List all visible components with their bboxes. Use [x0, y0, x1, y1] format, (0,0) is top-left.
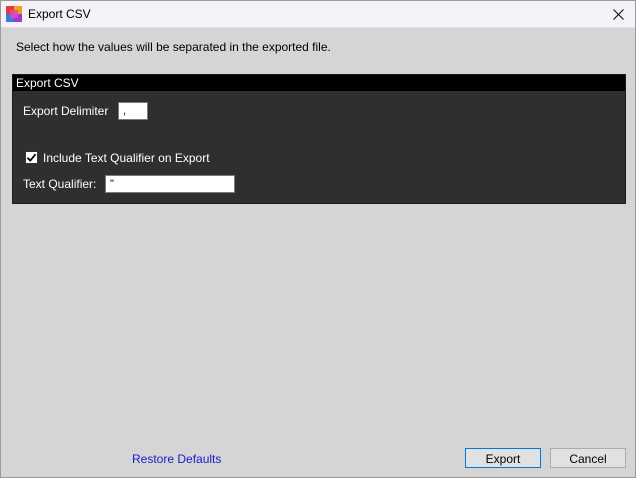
checkmark-icon: [26, 153, 37, 162]
delimiter-input[interactable]: [118, 102, 148, 120]
export-csv-dialog: Export CSV Select how the values will be…: [0, 0, 636, 478]
include-qualifier-label[interactable]: Include Text Qualifier on Export: [43, 151, 210, 165]
group-header: Export CSV: [13, 75, 625, 91]
title-bar[interactable]: Export CSV: [1, 1, 635, 28]
cancel-button[interactable]: Cancel: [550, 448, 626, 468]
delimiter-label: Export Delimiter: [23, 104, 109, 118]
close-icon: [612, 8, 624, 20]
qualifier-label: Text Qualifier:: [23, 177, 97, 191]
restore-defaults-link[interactable]: Restore Defaults: [132, 452, 221, 466]
window-title: Export CSV: [28, 7, 91, 21]
instructions-text: Select how the values will be separated …: [16, 40, 331, 54]
export-csv-group: Export CSV Export Delimiter Include Text…: [12, 74, 626, 204]
export-button[interactable]: Export: [465, 448, 541, 468]
qualifier-input[interactable]: [105, 175, 235, 193]
include-qualifier-checkbox[interactable]: [25, 151, 38, 164]
app-icon: [6, 6, 22, 22]
close-button[interactable]: [601, 1, 635, 27]
